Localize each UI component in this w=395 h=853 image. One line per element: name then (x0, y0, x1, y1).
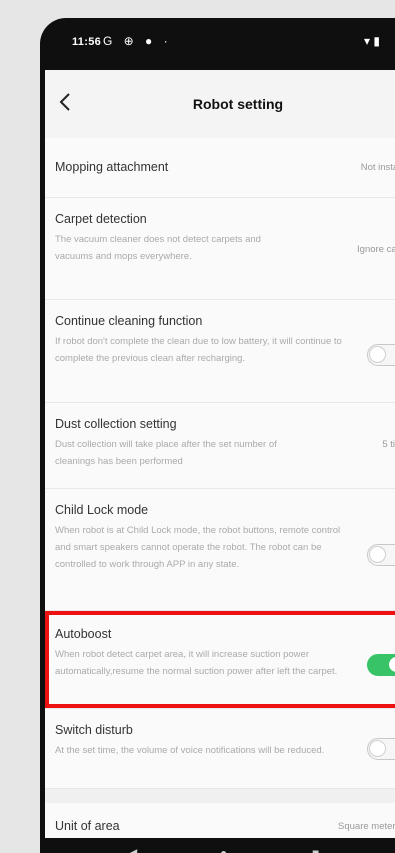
setting-value[interactable]: Square meter(m²) (338, 821, 395, 832)
setting-description: If robot don't complete the clean due to… (55, 336, 342, 364)
system-nav-bar: ◀ ● ■ (40, 838, 395, 853)
wifi-battery-icons: ▾ ▮ (364, 34, 380, 48)
setting-description: When robot detect carpet area, it will i… (55, 649, 338, 677)
nav-back-icon[interactable]: ◀ (128, 846, 137, 853)
status-time: 11:56 (72, 36, 102, 48)
child-lock-toggle[interactable] (367, 544, 395, 566)
setting-title: Switch disturb (55, 723, 133, 737)
setting-description: At the set time, the volume of voice not… (55, 745, 325, 756)
setting-description: Dust collection will take place after th… (55, 439, 277, 467)
notification-icons: G ⊕ ● · (103, 34, 172, 48)
page-title: Robot setting (192, 96, 284, 112)
phone-frame: 11:56 G ⊕ ● · ▾ ▮ Robot setting Mopping … (40, 18, 395, 853)
setting-row-continue-cleaning: Continue cleaning function If robot don'… (45, 300, 395, 403)
setting-title: Autoboost (55, 627, 112, 641)
setting-row-switch-disturb: Switch disturb At the set time, the volu… (45, 709, 395, 789)
setting-description: When robot is at Child Lock mode, the ro… (55, 525, 341, 570)
setting-title: Dust collection setting (55, 417, 177, 431)
nav-home-icon[interactable]: ● (220, 846, 227, 853)
settings-list: Mopping attachment Not installed Carpet … (45, 138, 395, 841)
setting-title: Mopping attachment (55, 160, 169, 174)
switch-disturb-toggle[interactable] (367, 738, 395, 760)
toggle-knob (369, 346, 386, 363)
nav-recents-icon[interactable]: ■ (312, 846, 319, 853)
setting-row-child-lock: Child Lock mode When robot is at Child L… (45, 489, 395, 611)
setting-title: Unit of area (55, 819, 120, 833)
setting-row-dust-collection[interactable]: Dust collection setting Dust collection … (45, 403, 395, 489)
setting-title: Carpet detection (55, 212, 147, 226)
section-divider (45, 789, 395, 803)
app-header: Robot setting (45, 70, 395, 138)
app-screen: Robot setting Mopping attachment Not ins… (45, 70, 395, 841)
toggle-knob (388, 656, 395, 673)
status-bar: 11:56 G ⊕ ● · ▾ ▮ (40, 18, 395, 70)
setting-row-unit-of-area[interactable]: Unit of area Square meter(m²) (45, 803, 395, 841)
toggle-knob (369, 740, 386, 757)
continue-cleaning-toggle[interactable] (367, 344, 395, 366)
setting-title: Child Lock mode (55, 503, 149, 517)
setting-value[interactable]: Not installed (361, 162, 395, 173)
autoboost-toggle[interactable] (367, 654, 395, 676)
toggle-knob (369, 546, 386, 563)
setting-title: Continue cleaning function (55, 314, 203, 328)
setting-value[interactable]: Ignore carpet (357, 244, 395, 255)
setting-row-autoboost: Autoboost When robot detect carpet area,… (45, 611, 395, 709)
setting-value[interactable]: 5 times (382, 439, 395, 450)
setting-row-carpet[interactable]: Carpet detection The vacuum cleaner does… (45, 198, 395, 300)
setting-description: The vacuum cleaner does not detect carpe… (55, 234, 261, 262)
setting-row-mopping[interactable]: Mopping attachment Not installed (45, 138, 395, 198)
